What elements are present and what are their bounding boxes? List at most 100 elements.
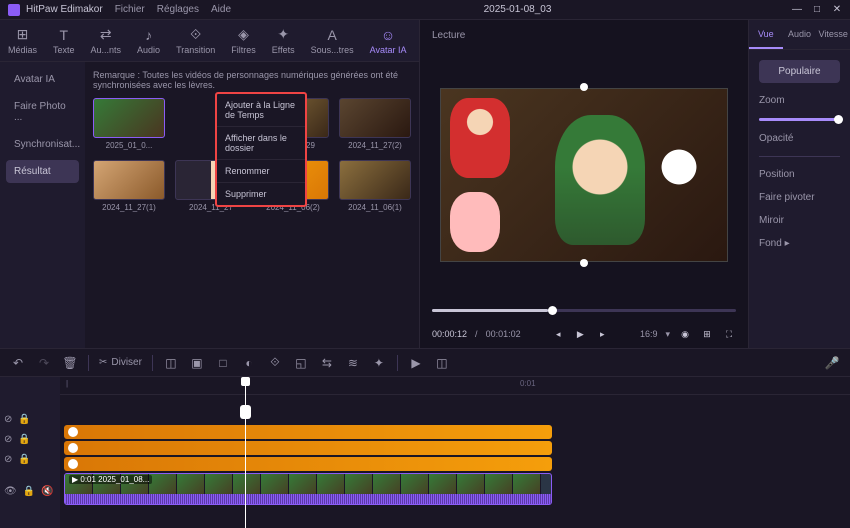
minimize-icon[interactable]: — (792, 5, 802, 15)
tool-stickers[interactable]: ⇄Au...nts (91, 27, 122, 55)
scrubber-handle[interactable] (548, 306, 557, 315)
transition-icon: ⟐ (188, 27, 204, 43)
snapshot-icon[interactable]: ◉ (678, 327, 692, 341)
mic-icon[interactable]: 🎤 (824, 355, 840, 371)
sticker-santa (450, 98, 510, 178)
popular-button[interactable]: Populaire (759, 60, 840, 83)
play-button[interactable]: ▶ (573, 327, 587, 341)
media-thumb[interactable]: 2024_11_06(1) (339, 160, 411, 212)
chevron-down-icon[interactable]: ▾ (665, 329, 670, 340)
tl-tool-6[interactable]: ◱ (293, 355, 309, 371)
tool-avatar-ai[interactable]: ☺Avatar IA (370, 27, 407, 55)
prop-zoom-label: Zoom (759, 95, 840, 106)
tool-transition[interactable]: ⟐Transition (176, 27, 215, 55)
menu-settings[interactable]: Réglages (157, 4, 199, 15)
crop-icon[interactable]: ⟐ (267, 355, 283, 371)
remark-text: Remarque : Toutes les vidéos de personna… (93, 70, 411, 90)
prev-button[interactable]: ◂ (551, 327, 565, 341)
aspect-ratio[interactable]: 16:9 (640, 329, 658, 339)
tl-tool-8[interactable]: ≋ (345, 355, 361, 371)
filters-icon: ◈ (236, 27, 252, 43)
zoom-slider[interactable] (759, 118, 840, 121)
tool-media[interactable]: ⊞Médias (8, 27, 37, 55)
sticker-clip[interactable] (64, 457, 552, 471)
timeline-tracks[interactable]: | 0:01 ouvertur ▶ 0:01 2025_01_08... (60, 377, 850, 528)
tl-tool-10[interactable]: ▶ (408, 355, 424, 371)
clip-thumb-icon (68, 443, 78, 453)
tl-tool-1[interactable]: ◫ (163, 355, 179, 371)
next-button[interactable]: ▸ (595, 327, 609, 341)
eye-icon: 👁 (4, 486, 17, 497)
redo-button[interactable]: ↷ (36, 355, 52, 371)
tl-tool-3[interactable]: □ (215, 355, 231, 371)
stickers-icon: ⇄ (98, 27, 114, 43)
sidebar-item-avatar[interactable]: Avatar IA (6, 68, 79, 91)
split-button[interactable]: ✂Diviser (99, 357, 142, 368)
timeline-toolbar: ↶ ↷ 🗑 ✂Diviser ◫ ▣ □ ◐ ⟐ ◱ ⇆ ≋ ✦ ▶ ◫ 🎤 (0, 349, 850, 377)
tool-subtitles[interactable]: ASous...tres (311, 27, 354, 55)
tool-audio[interactable]: ♪Audio (137, 27, 160, 55)
menu-help[interactable]: Aide (211, 4, 231, 15)
preview-frame[interactable] (440, 88, 728, 262)
character-elf (555, 115, 645, 245)
playhead-pin-icon[interactable] (240, 405, 251, 419)
tl-tool-4[interactable]: ◐ (241, 355, 257, 371)
track-toggle[interactable]: ⊘🔒 (4, 412, 56, 426)
tab-audio[interactable]: Audio (783, 20, 817, 49)
delete-button[interactable]: 🗑 (62, 355, 78, 371)
playhead[interactable] (245, 377, 246, 528)
playback-scrubber[interactable] (420, 300, 748, 320)
menu-file[interactable]: Fichier (115, 4, 145, 15)
playback-controls: 00:00:12 / 00:01:02 ◂ ▶ ▸ 16:9 ▾ ◉ ⊞ ⛶ (420, 320, 748, 348)
app-logo (8, 4, 20, 16)
avatar-icon: ☺ (380, 27, 396, 43)
media-thumb[interactable]: 2024_11_27(2) (339, 98, 411, 150)
track-toggle[interactable]: ⊘🔒 (4, 452, 56, 466)
mirror-icon[interactable]: ⇆ (319, 355, 335, 371)
tl-tool-11[interactable]: ◫ (434, 355, 450, 371)
clip-thumb-icon (68, 459, 78, 469)
main-toolbar: ⊞Médias TTexte ⇄Au...nts ♪Audio ⟐Transit… (0, 20, 419, 62)
media-thumb[interactable]: 2025_01_0... (93, 98, 165, 150)
preview-header: Lecture (420, 20, 748, 50)
lock-icon: 🔒 (18, 454, 30, 465)
fullscreen-icon[interactable]: ⛶ (722, 327, 736, 341)
tl-tool-9[interactable]: ✦ (371, 355, 387, 371)
grid-icon[interactable]: ⊞ (700, 327, 714, 341)
preview-viewport[interactable] (420, 50, 748, 300)
lock-icon: 🔒 (23, 486, 35, 497)
link-icon: ⊘ (4, 434, 12, 445)
sticker-bunny (450, 192, 500, 252)
prop-background-label: Fond ▸ (759, 238, 840, 249)
prop-position-label: Position (759, 169, 840, 180)
properties-tabs: Vue Audio Vitesse (749, 20, 850, 50)
sidebar-item-result[interactable]: Résultat (6, 160, 79, 183)
sidebar-item-photo[interactable]: Faire Photo ... (6, 95, 79, 129)
ctx-add-timeline[interactable]: Ajouter à la Ligne de Temps (217, 94, 305, 127)
ctx-delete[interactable]: Supprimer (217, 183, 305, 205)
tool-filters[interactable]: ◈Filtres (231, 27, 256, 55)
tool-effects[interactable]: ✦Effets (272, 27, 295, 55)
time-current: 00:00:12 (432, 329, 467, 339)
undo-button[interactable]: ↶ (10, 355, 26, 371)
ctx-show-folder[interactable]: Afficher dans le dossier (217, 127, 305, 160)
track-toggle[interactable]: 👁🔒🔇 (4, 484, 56, 498)
tab-view[interactable]: Vue (749, 20, 783, 49)
sticker-clip[interactable] (64, 441, 552, 455)
chevron-right-icon[interactable]: ▸ (785, 238, 790, 249)
subtitles-icon: A (324, 27, 340, 43)
maximize-icon[interactable]: □ (812, 5, 822, 15)
close-icon[interactable]: ✕ (832, 5, 842, 15)
sticker-clip[interactable] (64, 425, 552, 439)
sidebar-item-sync[interactable]: Synchronisat... (6, 133, 79, 156)
video-clip[interactable]: ▶ 0:01 2025_01_08... (64, 473, 552, 505)
media-thumb[interactable]: 2024_11_27(1) (93, 160, 165, 212)
tab-speed[interactable]: Vitesse (816, 20, 850, 49)
ctx-rename[interactable]: Renommer (217, 160, 305, 183)
audio-waveform (65, 494, 551, 504)
timeline-ruler[interactable]: | 0:01 (60, 377, 850, 395)
titlebar: HitPaw Edimakor Fichier Réglages Aide 20… (0, 0, 850, 20)
tool-text[interactable]: TTexte (53, 27, 75, 55)
track-toggle[interactable]: ⊘🔒 (4, 432, 56, 446)
tl-tool-2[interactable]: ▣ (189, 355, 205, 371)
